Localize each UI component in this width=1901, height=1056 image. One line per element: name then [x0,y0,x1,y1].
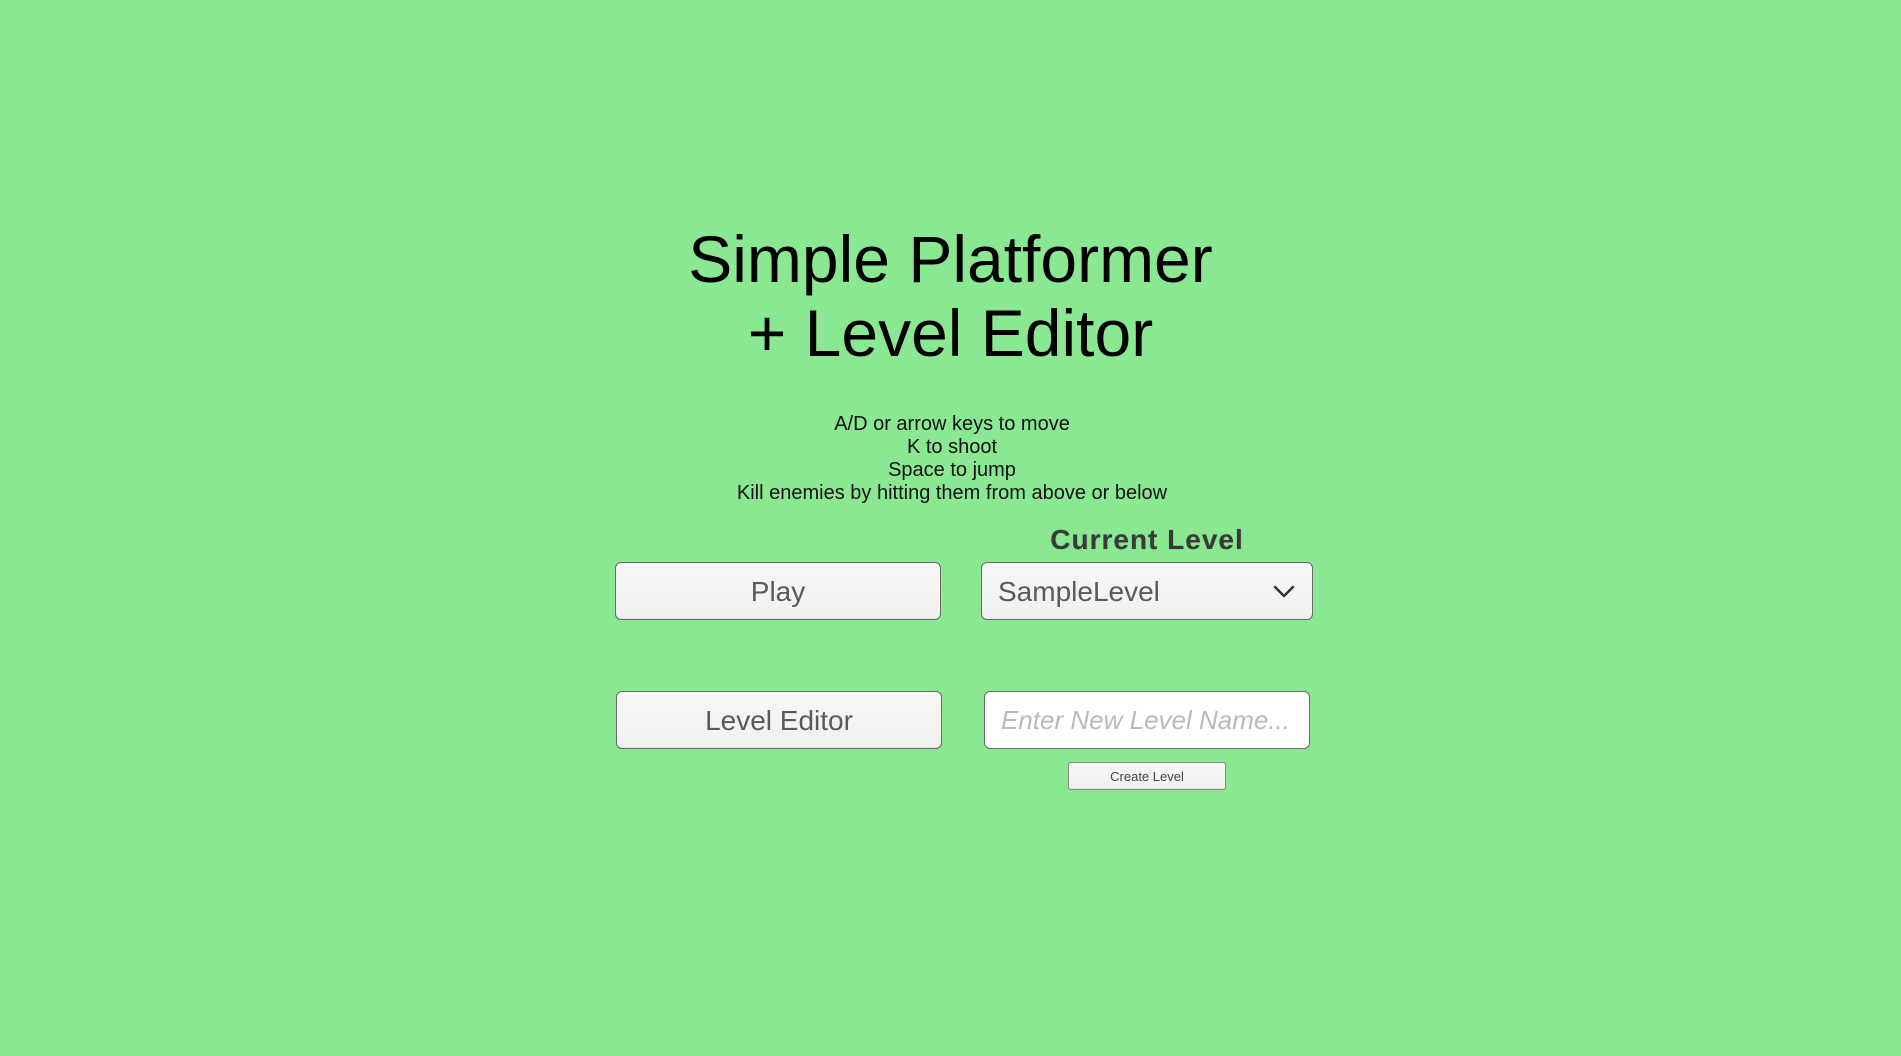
chevron-down-icon [1273,585,1295,598]
instruction-jump: Space to jump [888,459,1016,481]
current-level-label: Current Level [1050,524,1244,555]
title-line-1: Simple Platformer [688,222,1213,296]
level-dropdown-value: SampleLevel [998,576,1160,607]
instruction-kill: Kill enemies by hitting them from above … [736,482,1168,504]
create-level-button[interactable]: Create Level [1068,762,1226,790]
instructions: A/D or arrow keys to move K to shoot Spa… [0,413,1901,505]
level-dropdown[interactable]: SampleLevel [981,562,1313,620]
new-level-name-input[interactable] [984,691,1310,749]
title-line-2: + Level Editor [747,296,1154,370]
instruction-move: A/D or arrow keys to move [834,413,1070,435]
play-button[interactable]: Play [615,562,941,620]
page-title: Simple Platformer + Level Editor [0,222,1901,370]
level-editor-button[interactable]: Level Editor [616,691,942,749]
instruction-shoot: K to shoot [906,436,998,458]
